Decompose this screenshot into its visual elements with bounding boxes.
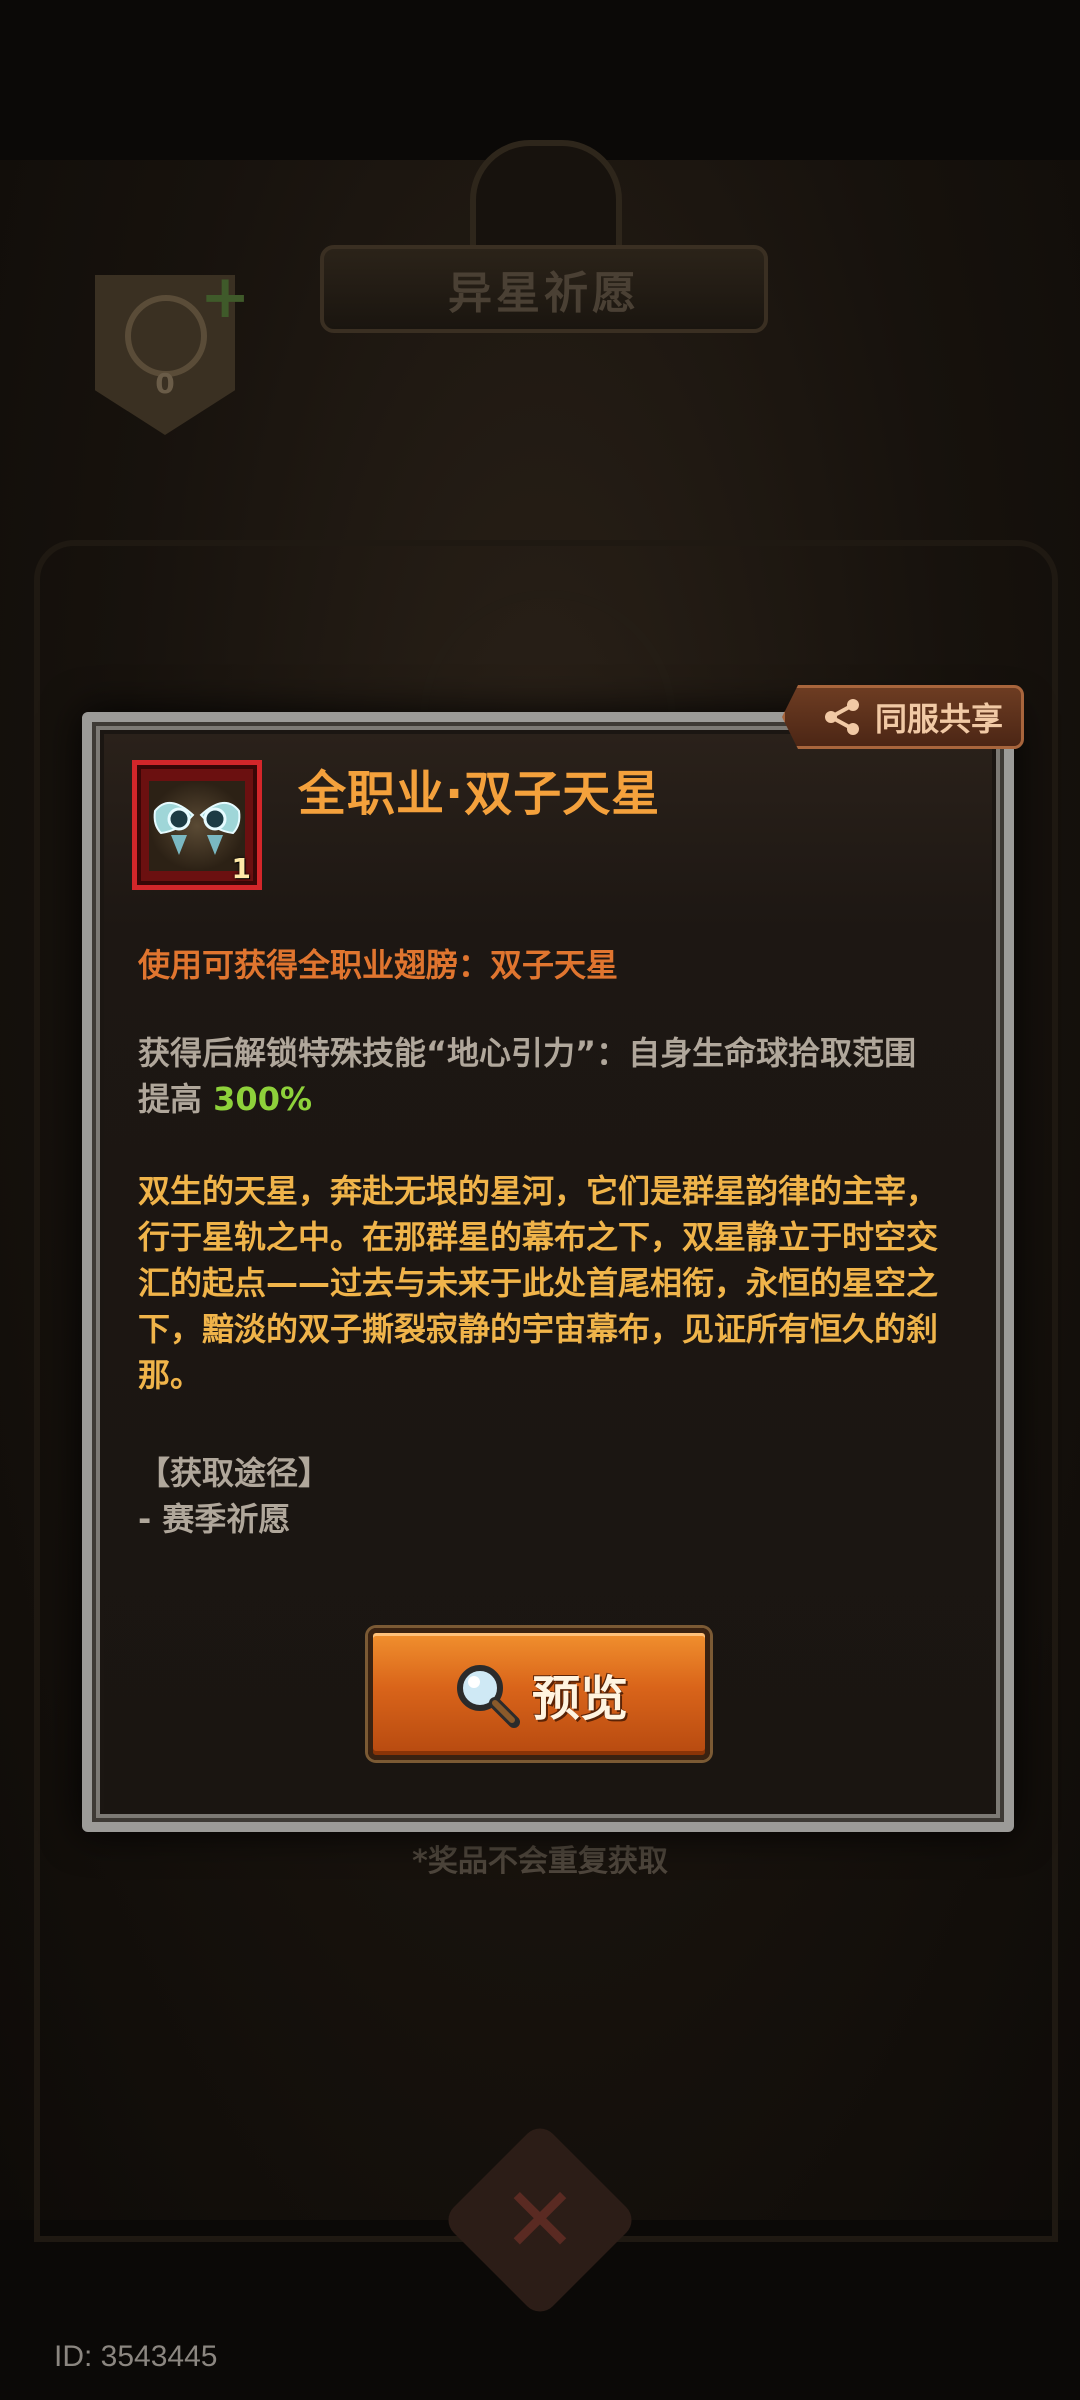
close-icon: ✕ [502, 2167, 578, 2273]
share-button[interactable]: 同服共享 [782, 685, 1024, 749]
title-banner: 异星祈愿 [320, 245, 768, 333]
no-duplicate-note: *奖品不会重复获取 [412, 1844, 668, 1879]
source-header: 【获取途径】 [138, 1454, 331, 1492]
share-label: 同服共享 [875, 700, 1004, 738]
use-effect-text: 使用可获得全职业翅膀：双子天星 [138, 946, 619, 984]
share-icon [825, 699, 859, 735]
item-title: 全职业·双子天星 [298, 766, 661, 822]
lore-text: 双生的天星，奔赴无垠的星河，它们是群星韵律的主宰，行于星轨之中。在那群星的幕布之… [138, 1172, 939, 1394]
player-id: ID: 3543445 [54, 2340, 218, 2373]
source-item: - 赛季祈愿 [138, 1500, 291, 1538]
banner-title: 异星祈愿 [448, 268, 640, 319]
magnifier-icon [456, 1665, 520, 1728]
skill-description: 获得后解锁特殊技能“地心引力”：自身生命球拾取范围提高 300% [138, 1030, 948, 1122]
preview-label: 预览 [531, 1671, 628, 1727]
add-icon[interactable]: + [200, 262, 250, 332]
close-emblem[interactable]: ✕ [441, 2121, 639, 2319]
skill-value: 300% [213, 1080, 313, 1118]
preview-button[interactable]: 预览 [368, 1628, 710, 1760]
clock-icon [125, 295, 207, 377]
item-icon-frame: 1 [132, 760, 262, 890]
wish-counter-value: 0 [155, 367, 175, 400]
item-count: 1 [231, 852, 251, 885]
